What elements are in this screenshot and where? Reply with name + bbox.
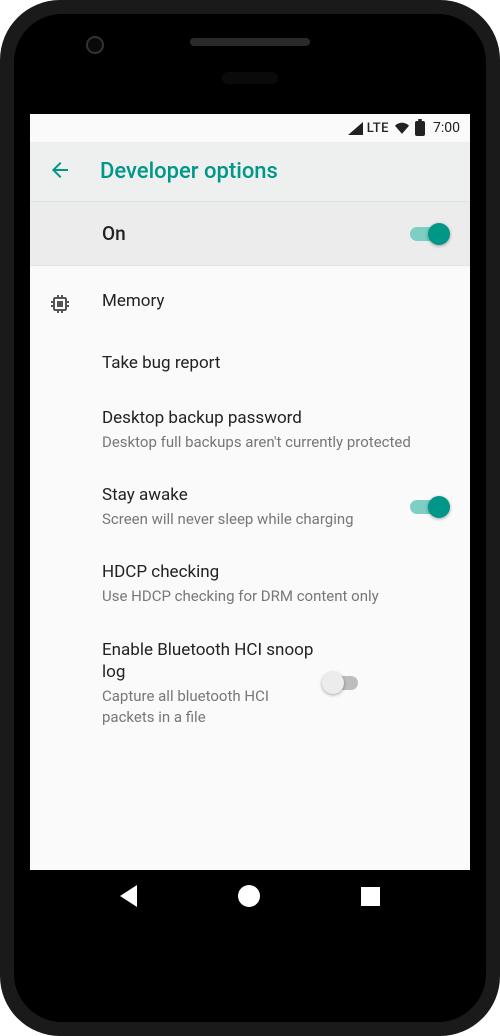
row-title: Desktop backup password: [102, 407, 442, 430]
phone-inner: LTE 7:00 Developer options On: [14, 14, 486, 1022]
bt-snoop-switch[interactable]: [322, 671, 364, 695]
row-subtitle: Desktop full backups aren't currently pr…: [102, 432, 442, 452]
stay-awake-switch[interactable]: [408, 495, 450, 519]
row-subtitle: Capture all bluetooth HCI packets in a f…: [102, 686, 314, 727]
earpiece: [222, 72, 278, 84]
nav-home-icon[interactable]: [238, 885, 260, 907]
front-camera: [86, 36, 104, 54]
row-bug-report[interactable]: Take bug report: [30, 336, 470, 391]
row-stay-awake[interactable]: Stay awake Screen will never sleep while…: [30, 468, 470, 545]
back-arrow-icon[interactable]: [48, 158, 72, 186]
nav-recent-icon[interactable]: [361, 887, 380, 906]
screen: LTE 7:00 Developer options On: [30, 114, 470, 922]
page-title: Developer options: [100, 159, 278, 184]
nav-back-icon[interactable]: [120, 885, 137, 907]
status-bar: LTE 7:00: [30, 114, 470, 142]
master-toggle-row[interactable]: On: [30, 202, 470, 266]
settings-list: Memory Take bug report Desktop backup pa…: [30, 266, 470, 743]
app-bar: Developer options: [30, 142, 470, 202]
row-hdcp-checking[interactable]: HDCP checking Use HDCP checking for DRM …: [30, 545, 470, 622]
memory-icon: [48, 290, 102, 320]
master-toggle-switch[interactable]: [408, 222, 450, 246]
row-title: Take bug report: [102, 352, 442, 375]
signal-icon: [348, 122, 363, 135]
wifi-icon: [393, 121, 411, 135]
row-bluetooth-hci-snoop[interactable]: Enable Bluetooth HCI snoop log Capture a…: [30, 623, 470, 743]
row-title: Stay awake: [102, 484, 400, 507]
row-desktop-backup-password[interactable]: Desktop backup password Desktop full bac…: [30, 391, 470, 468]
row-title: Memory: [102, 290, 442, 313]
clock: 7:00: [433, 120, 460, 136]
battery-icon: [415, 121, 425, 136]
row-subtitle: Screen will never sleep while charging: [102, 509, 400, 529]
row-subtitle: Use HDCP checking for DRM content only: [102, 586, 442, 606]
row-memory[interactable]: Memory: [30, 274, 470, 336]
row-title: HDCP checking: [102, 561, 442, 584]
network-label: LTE: [367, 121, 389, 136]
system-nav-bar: [30, 870, 470, 922]
master-toggle-label: On: [102, 222, 408, 245]
row-title: Enable Bluetooth HCI snoop log: [102, 639, 314, 685]
speaker-slit: [190, 38, 310, 46]
phone-frame: LTE 7:00 Developer options On: [0, 0, 500, 1036]
